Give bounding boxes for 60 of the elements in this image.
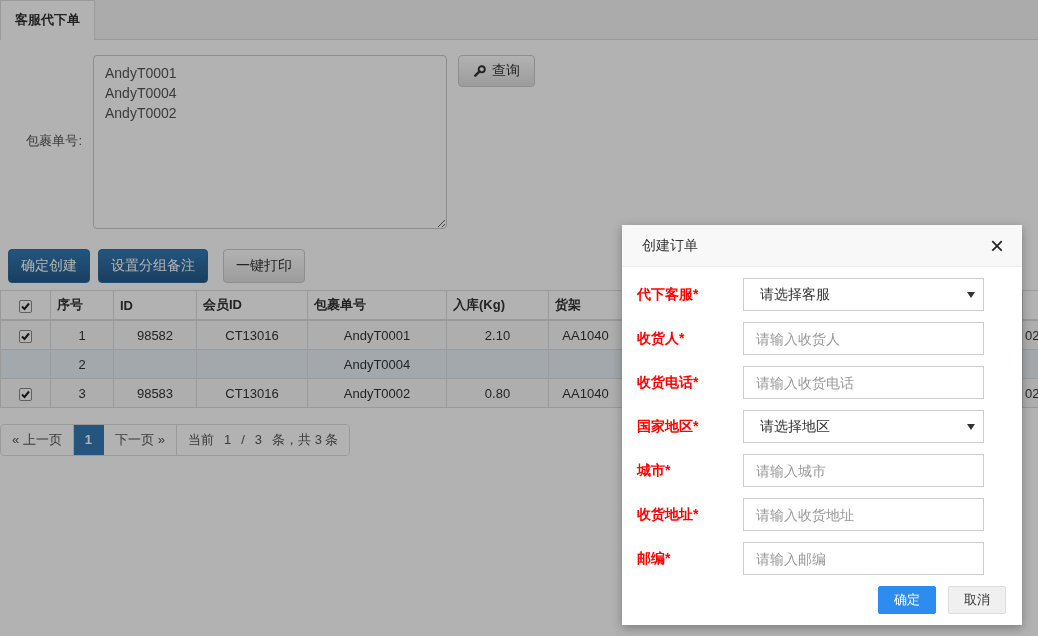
field-label: 城市* xyxy=(637,461,672,480)
table-cell: 2.10 xyxy=(484,327,511,343)
input-field[interactable]: 请输入收货地址 xyxy=(743,498,984,531)
dialog-title: 创建订单 xyxy=(642,236,698,255)
field-label: 收货地址* xyxy=(637,505,700,524)
column-header: 会员ID xyxy=(203,297,242,312)
table-cell: AA1040 xyxy=(562,327,609,343)
caret-icon xyxy=(967,291,975,298)
close-button[interactable]: × xyxy=(988,234,1006,257)
table-cell: 0.80 xyxy=(484,385,511,401)
field-label: 代下客服* xyxy=(637,285,700,304)
page-info-text: 当前 xyxy=(187,431,214,449)
column-header: 入库(Kg) xyxy=(453,297,505,312)
tab[interactable]: 客服代下单 xyxy=(0,0,95,40)
page-info-text: 3 xyxy=(254,431,262,449)
page-info-text: / xyxy=(241,431,245,449)
table-cell: AA1040 xyxy=(562,385,609,401)
table-cell: 98583 xyxy=(136,385,174,401)
page-link[interactable]: 1 xyxy=(73,425,105,455)
input-field[interactable]: 请输入收货人 xyxy=(743,322,984,355)
dropdown[interactable]: 请选择客服 xyxy=(743,278,984,311)
table-cell: 3 xyxy=(78,385,86,401)
caret-icon xyxy=(967,423,975,430)
search-icon xyxy=(473,65,486,77)
table-cell: AndyT0004 xyxy=(343,356,411,372)
package-number-field[interactable]: AndyT0001 AndyT0004 AndyT0002 xyxy=(93,55,447,229)
table-cell: AndyT0001 xyxy=(343,327,411,343)
field-label: 收货人* xyxy=(637,329,686,348)
action-button[interactable]: 一键打印 xyxy=(223,249,305,283)
table-cell: 98582 xyxy=(136,327,174,343)
table-cell: CT13016 xyxy=(225,385,279,401)
field-label: 包裹单号: xyxy=(25,132,83,150)
search-button[interactable]: 查询 xyxy=(458,55,535,87)
table-cell: 2 xyxy=(78,356,86,372)
table-cell: 02 xyxy=(1025,385,1038,401)
previous-page-link[interactable]: « 上一页 xyxy=(1,425,74,455)
dialog-button[interactable]: 取消 xyxy=(948,586,1006,614)
field-label: 收货电话* xyxy=(637,373,700,392)
checkbox[interactable] xyxy=(19,387,32,401)
input-field[interactable]: 请输入城市 xyxy=(743,454,984,487)
action-button[interactable]: 设置分组备注 xyxy=(98,249,208,283)
table-cell: CT13016 xyxy=(225,327,279,343)
action-button[interactable]: 确定创建 xyxy=(8,249,90,283)
dropdown[interactable]: 请选择地区 xyxy=(743,410,984,443)
input-field[interactable]: 请输入收货电话 xyxy=(743,366,984,399)
page-info-text: 1 xyxy=(223,431,232,449)
column-header: 包裹单号 xyxy=(314,297,366,312)
column-header: 序号 xyxy=(57,297,83,312)
dialog-button[interactable]: 确定 xyxy=(878,586,936,614)
input-field[interactable]: 请输入邮编 xyxy=(743,542,984,575)
checkbox[interactable] xyxy=(19,329,32,343)
table-cell: 02 xyxy=(1025,327,1038,343)
table-cell: 1 xyxy=(78,327,86,343)
field-label: 邮编* xyxy=(637,549,672,568)
page-info-text: 条，共 3 条 xyxy=(272,431,339,449)
column-header: ID xyxy=(120,297,133,313)
checkbox[interactable] xyxy=(19,299,32,313)
column-header: 货架 xyxy=(555,297,581,312)
table-cell: AndyT0002 xyxy=(343,385,411,401)
field-label: 国家地区* xyxy=(637,417,700,436)
